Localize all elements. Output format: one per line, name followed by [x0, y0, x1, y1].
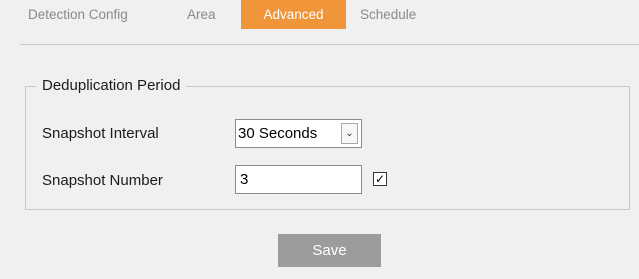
snapshot-interval-value: 30 Seconds: [238, 125, 318, 142]
snapshot-number-checkbox[interactable]: ✓: [373, 172, 387, 186]
checkmark-icon: ✓: [374, 172, 386, 186]
tab-area[interactable]: Area: [179, 0, 224, 29]
deduplication-period-legend: Deduplication Period: [36, 76, 187, 96]
save-button[interactable]: Save: [278, 234, 381, 267]
snapshot-number-input[interactable]: [235, 165, 362, 194]
snapshot-interval-select[interactable]: 30 Seconds ⌄: [235, 119, 362, 148]
snapshot-interval-label: Snapshot Interval: [42, 125, 159, 142]
tab-schedule[interactable]: Schedule: [352, 0, 424, 29]
tab-detection-config[interactable]: Detection Config: [20, 0, 136, 29]
snapshot-number-label: Snapshot Number: [42, 172, 163, 189]
chevron-down-icon[interactable]: ⌄: [341, 123, 358, 144]
tab-advanced[interactable]: Advanced: [241, 0, 346, 29]
